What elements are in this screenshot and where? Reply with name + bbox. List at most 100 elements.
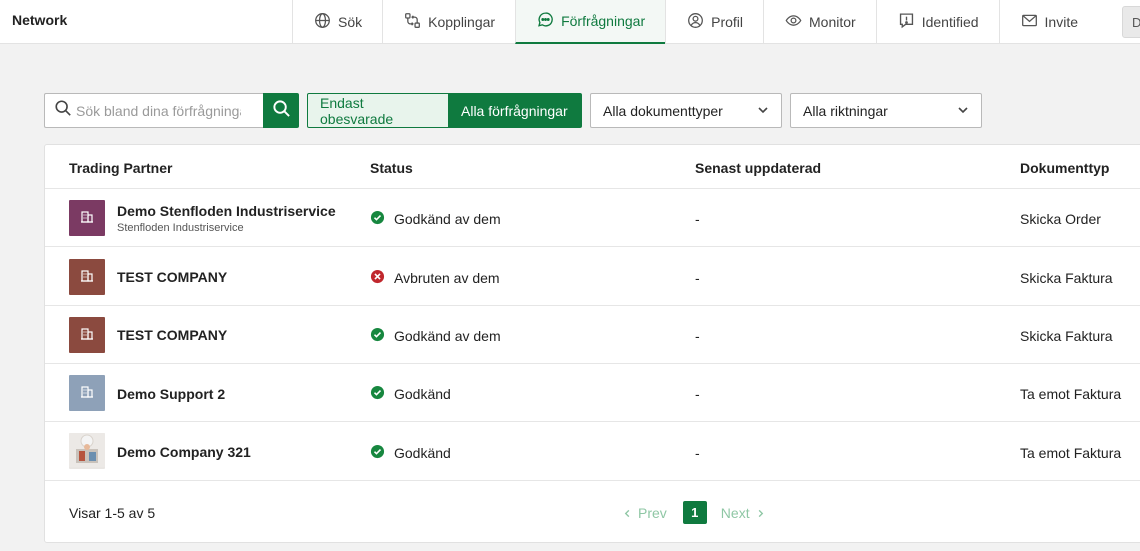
table-row[interactable]: Demo Company 321 Godkänd - Ta emot Faktu… xyxy=(45,422,1140,481)
last-updated-cell: - xyxy=(695,270,700,286)
search-input[interactable] xyxy=(76,102,241,119)
document-type-cell: Ta emot Faktura xyxy=(1020,386,1122,402)
prev-label: Prev xyxy=(638,504,667,521)
check-circle-icon xyxy=(370,210,385,228)
status-cell: Godkänd xyxy=(370,385,451,403)
globe-icon xyxy=(314,12,331,32)
last-updated-cell: - xyxy=(695,211,700,227)
column-header-document-type: Dokumenttyp xyxy=(1020,160,1110,176)
partner-logo xyxy=(69,259,105,295)
status-text: Avbruten av dem xyxy=(394,270,500,286)
tab-forfragningar[interactable]: Förfrågningar xyxy=(515,0,666,44)
status-text: Godkänd xyxy=(394,445,451,461)
partner-name: Demo Company 321 xyxy=(117,444,251,460)
partner-name: TEST COMPANY xyxy=(117,327,228,343)
table-footer: Visar 1-5 av 5 Prev 1 Next xyxy=(45,481,1140,543)
check-circle-icon xyxy=(370,444,385,462)
tab-monitor[interactable]: Monitor xyxy=(763,0,876,44)
tab-sok[interactable]: Sök xyxy=(292,0,382,44)
last-updated-cell: - xyxy=(695,445,700,461)
direction-select[interactable]: Alla riktningar xyxy=(790,93,982,128)
table-header: Trading Partner Status Senast uppdaterad… xyxy=(45,145,1140,189)
page-number-button[interactable]: 1 xyxy=(682,501,707,524)
partner-name: TEST COMPANY xyxy=(117,269,228,285)
partner-subname: Stenfloden Industriservice xyxy=(117,222,244,234)
chevron-down-icon xyxy=(957,103,969,119)
search-button[interactable] xyxy=(263,93,299,128)
building-icon xyxy=(79,208,95,229)
main-nav: Sök Kopplingar Förfrågningar Profil Moni… xyxy=(292,0,1098,44)
company-photo-icon xyxy=(69,433,105,469)
building-icon xyxy=(79,325,95,346)
partner-name: Demo Support 2 xyxy=(117,386,226,402)
x-circle-icon xyxy=(370,269,385,287)
status-cell: Godkänd xyxy=(370,444,451,462)
results-summary: Visar 1-5 av 5 xyxy=(69,505,156,521)
last-updated-cell: - xyxy=(695,386,700,402)
tab-label: Monitor xyxy=(809,14,856,30)
tab-label: Identified xyxy=(921,14,979,30)
check-circle-icon xyxy=(370,327,385,345)
document-type-select[interactable]: Alla dokumenttyper xyxy=(590,93,782,128)
more-menu-button[interactable]: D xyxy=(1122,6,1140,38)
document-type-cell: Ta emot Faktura xyxy=(1020,445,1122,461)
pagination: Prev 1 Next xyxy=(623,501,765,524)
tab-label: Förfrågningar xyxy=(561,13,646,29)
last-updated-cell: - xyxy=(695,328,700,344)
prev-page-button[interactable]: Prev xyxy=(623,505,667,521)
table-row[interactable]: TEST COMPANY Godkänd av dem - Skicka Fak… xyxy=(45,306,1140,364)
partner-name: Demo Stenfloden Industriservice xyxy=(117,203,336,219)
status-text: Godkänd av dem xyxy=(394,211,501,227)
next-label: Next xyxy=(720,504,750,521)
tab-label: Sök xyxy=(338,14,363,30)
table-row[interactable]: Demo Stenfloden Industriservice Stenflod… xyxy=(45,189,1140,247)
alert-square-icon xyxy=(898,12,915,32)
tab-label: Invite xyxy=(1044,14,1078,30)
partner-logo xyxy=(69,433,105,469)
next-page-button[interactable]: Next xyxy=(721,505,765,521)
building-icon xyxy=(79,267,95,288)
status-cell: Avbruten av dem xyxy=(370,269,500,287)
top-navigation-bar: Network Sök Kopplingar Förfrågningar Pro… xyxy=(0,0,1140,44)
building-icon xyxy=(79,383,95,404)
partner-logo xyxy=(69,317,105,353)
answered-filter-toggle: Endast obesvarade Alla förfrågningar xyxy=(307,93,582,128)
chevron-left-icon xyxy=(623,505,632,521)
tab-kopplingar[interactable]: Kopplingar xyxy=(382,0,515,44)
status-text: Godkänd xyxy=(394,386,451,402)
partner-logo xyxy=(69,375,105,411)
check-circle-icon xyxy=(370,385,385,403)
tab-label: Profil xyxy=(711,14,744,30)
chat-icon xyxy=(537,11,554,31)
document-type-cell: Skicka Faktura xyxy=(1020,328,1113,344)
document-type-cell: Skicka Order xyxy=(1020,211,1101,227)
search-icon xyxy=(272,99,291,123)
select-value: Alla riktningar xyxy=(803,102,888,119)
table-row[interactable]: Demo Support 2 Godkänd - Ta emot Faktura xyxy=(45,364,1140,422)
toggle-all-requests[interactable]: Alla förfrågningar xyxy=(449,93,582,128)
tab-invite[interactable]: Invite xyxy=(998,0,1098,44)
column-header-last-updated: Senast uppdaterad xyxy=(695,160,822,176)
tab-label: Kopplingar xyxy=(428,14,496,30)
tab-profil[interactable]: Profil xyxy=(665,0,763,44)
table-row[interactable]: TEST COMPANY Avbruten av dem - Skicka Fa… xyxy=(45,248,1140,306)
chevron-right-icon xyxy=(756,505,765,521)
column-header-trading-partner: Trading Partner xyxy=(69,160,173,176)
status-cell: Godkänd av dem xyxy=(370,210,501,228)
chevron-down-icon xyxy=(757,103,769,119)
eye-icon xyxy=(785,12,802,32)
requests-table: Trading Partner Status Senast uppdaterad… xyxy=(44,144,1140,543)
status-cell: Godkänd av dem xyxy=(370,327,501,345)
toggle-unanswered-only[interactable]: Endast obesvarade xyxy=(307,93,449,128)
user-circle-icon xyxy=(687,12,704,32)
mail-icon xyxy=(1021,12,1038,32)
select-value: Alla dokumenttyper xyxy=(603,102,723,119)
search-field[interactable] xyxy=(44,93,264,128)
tab-identified[interactable]: Identified xyxy=(875,0,999,44)
partner-logo xyxy=(69,200,105,236)
app-title: Network xyxy=(12,12,68,28)
search-icon xyxy=(54,99,72,122)
connections-icon xyxy=(404,12,421,32)
status-text: Godkänd av dem xyxy=(394,328,501,344)
document-type-cell: Skicka Faktura xyxy=(1020,270,1113,286)
